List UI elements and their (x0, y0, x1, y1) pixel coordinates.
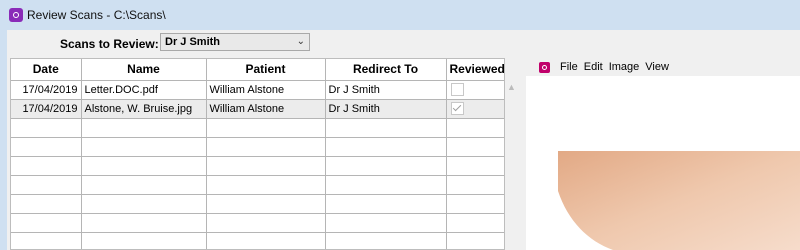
menu-view[interactable]: View (645, 61, 669, 73)
cell-redirect-to: Dr J Smith (325, 80, 447, 100)
cell-name: Alstone, W. Bruise.jpg (81, 99, 207, 119)
viewer-app-icon (539, 61, 550, 73)
menu-image[interactable]: Image (609, 61, 640, 73)
cell-name: Letter.DOC.pdf (81, 80, 207, 100)
chevron-down-icon: ⌄ (296, 36, 305, 47)
column-header-patient[interactable]: Patient (206, 59, 326, 81)
column-header-reviewed[interactable]: Reviewed (446, 59, 504, 81)
menu-edit[interactable]: Edit (584, 61, 603, 73)
table-row (11, 213, 504, 233)
table-row (11, 175, 504, 195)
cell-redirect-to: Dr J Smith (325, 99, 447, 119)
scan-preview-image (558, 151, 800, 250)
cell-reviewed (446, 99, 504, 119)
reviewed-checkbox[interactable] (450, 102, 464, 115)
table-row (11, 194, 504, 214)
table-row (11, 156, 504, 176)
header-row: Date Name Patient Redirect To Reviewed (11, 59, 504, 81)
cell-patient: William Alstone (206, 99, 326, 119)
table-row (11, 137, 504, 157)
app-icon (9, 8, 23, 22)
scroll-up-arrow-icon[interactable]: ▲ (507, 82, 516, 92)
scans-to-review-label: Scans to Review: (60, 37, 159, 51)
table-row (11, 118, 504, 138)
menu-file[interactable]: File (560, 61, 578, 73)
table-row[interactable]: 17/04/2019 Letter.DOC.pdf William Alston… (11, 80, 504, 100)
cell-date: 17/04/2019 (11, 80, 82, 100)
scans-to-review-dropdown[interactable]: Dr J Smith ⌄ (160, 33, 310, 51)
scans-grid: Date Name Patient Redirect To Reviewed 1… (10, 58, 505, 250)
window-title: Review Scans - C:\Scans\ (27, 8, 166, 22)
table-row[interactable]: 17/04/2019 Alstone, W. Bruise.jpg Willia… (11, 99, 504, 119)
column-header-name[interactable]: Name (81, 59, 207, 81)
column-header-date[interactable]: Date (11, 59, 82, 81)
vertical-scrollbar[interactable]: ▲ (505, 79, 518, 250)
image-viewer: File Edit Image View (526, 58, 800, 250)
cell-reviewed (446, 80, 504, 100)
reviewed-checkbox[interactable] (450, 83, 464, 96)
title-bar: Review Scans - C:\Scans\ (0, 0, 800, 30)
main-panel: Scans to Review: Dr J Smith ⌄ Date Name … (7, 30, 800, 250)
cell-date: 17/04/2019 (11, 99, 82, 119)
table-row (11, 232, 504, 249)
cell-patient: William Alstone (206, 80, 326, 100)
viewer-menubar: File Edit Image View (526, 58, 800, 76)
column-header-redirect-to[interactable]: Redirect To (325, 59, 447, 81)
dropdown-value: Dr J Smith (165, 36, 221, 48)
